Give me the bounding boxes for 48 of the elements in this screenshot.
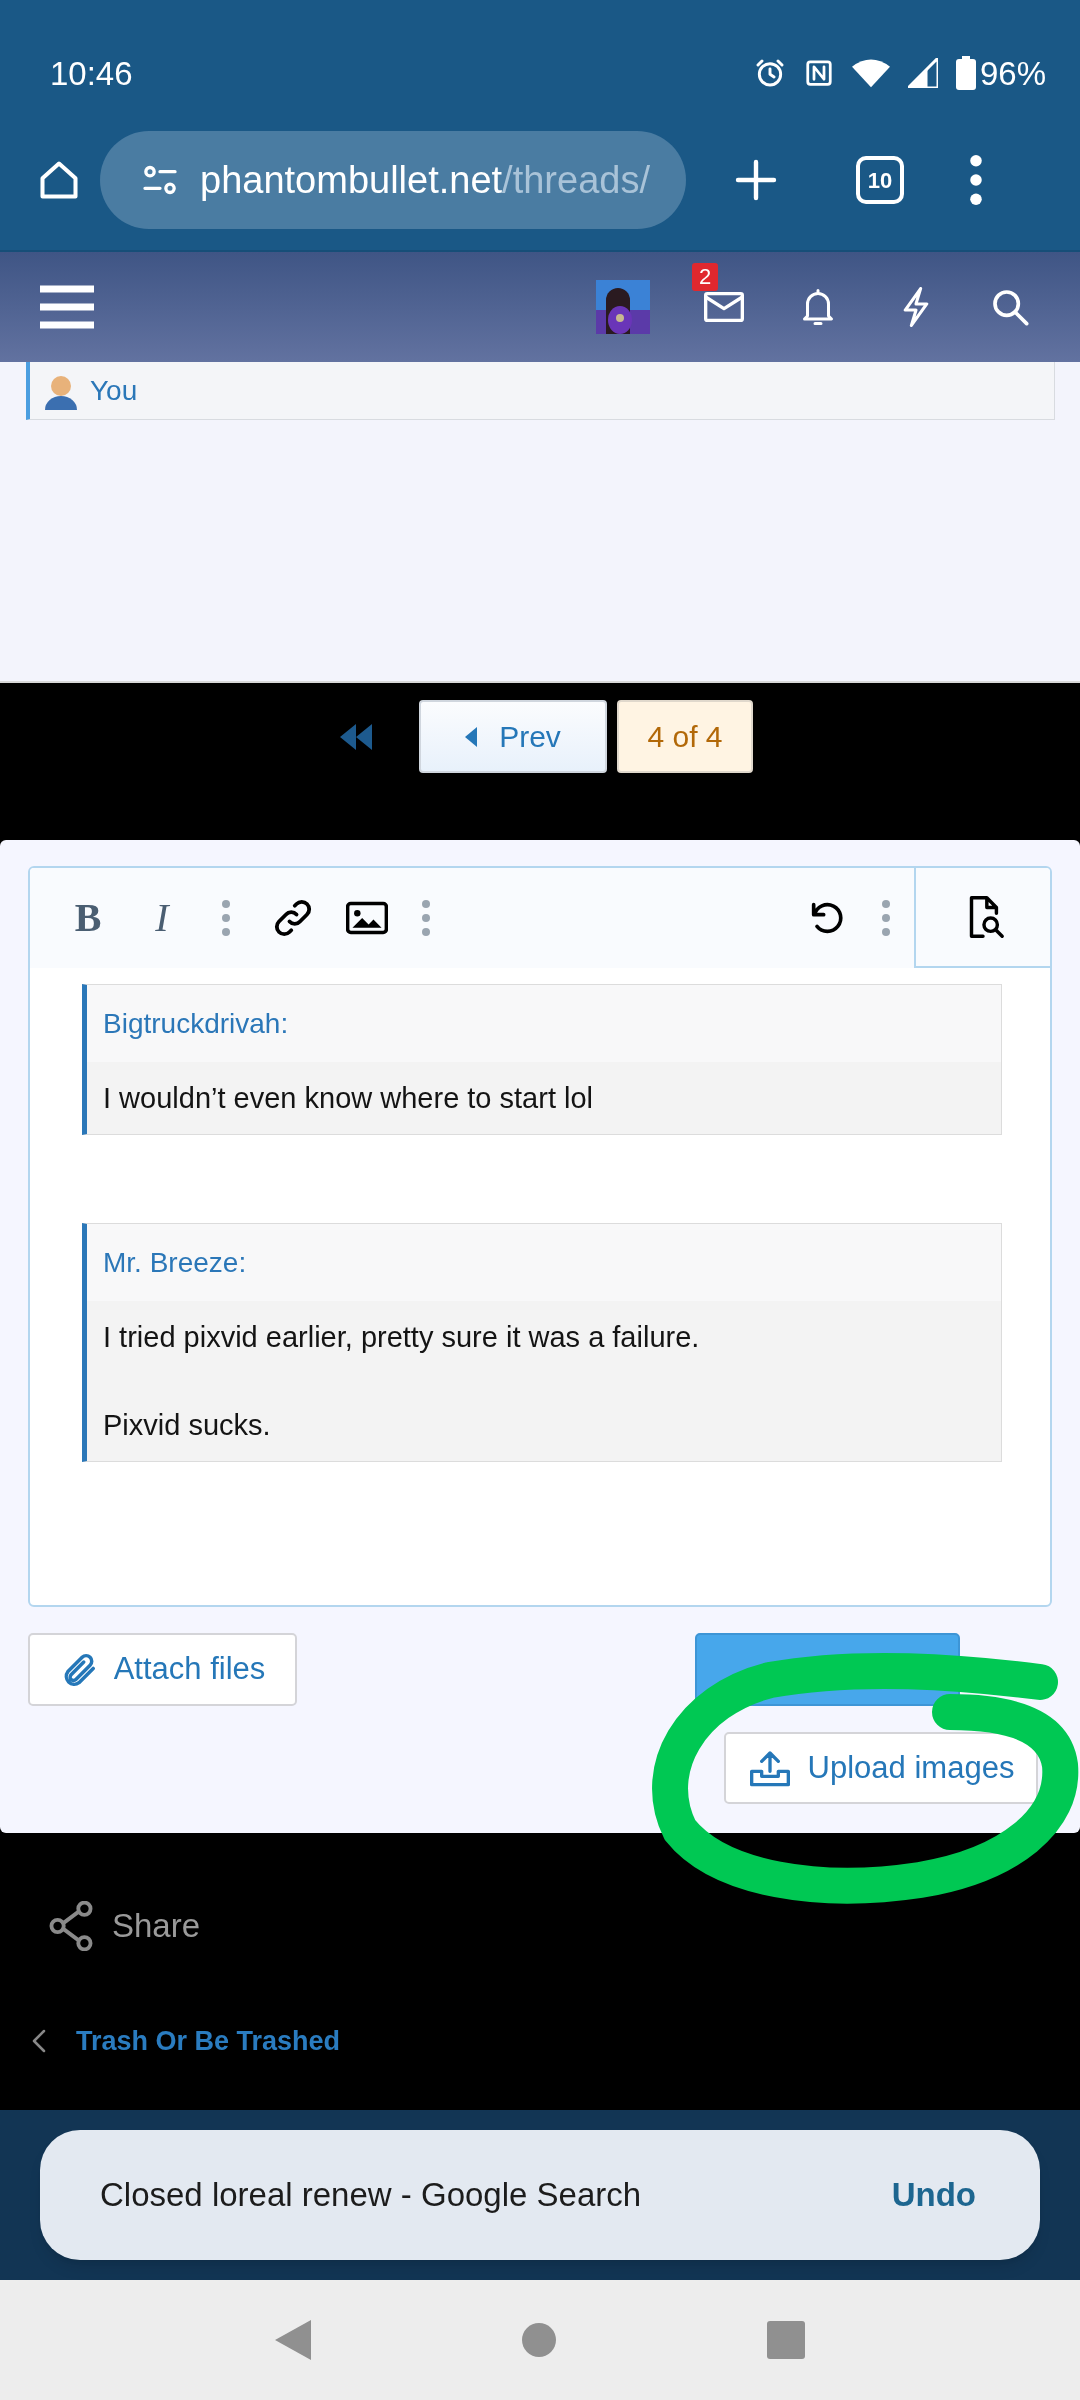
url-text: phantombullet.net/threads/ bbox=[200, 157, 650, 203]
share-link[interactable]: Share bbox=[112, 1901, 201, 1951]
quote-text: I tried pixvid earlier, pretty sure it was a failure. bbox=[103, 1320, 701, 1355]
double-caret-left-icon bbox=[340, 723, 374, 750]
italic-button[interactable]: I bbox=[140, 888, 184, 948]
caret-left-icon bbox=[465, 726, 478, 747]
undo-button[interactable]: Undo bbox=[891, 2170, 976, 2220]
editor-area[interactable]: B I Bigtruckdrivah: I wouldn’t even know where to start lol Mr. Breeze: I tried pixvid earlier, pretty sure it was a failure. Pixvid sucks. bbox=[28, 866, 1052, 1607]
back-button[interactable] bbox=[275, 2320, 311, 2360]
search-icon bbox=[990, 287, 1030, 327]
wifi-icon bbox=[851, 58, 890, 89]
more-icon bbox=[970, 155, 982, 205]
share-icon bbox=[48, 1901, 94, 1951]
image-icon bbox=[346, 901, 388, 935]
preview-button[interactable] bbox=[914, 868, 1050, 968]
more-icon bbox=[881, 898, 891, 938]
upload-images-button[interactable]: Upload images bbox=[724, 1732, 1038, 1804]
mail-icon bbox=[704, 291, 744, 323]
quote-author: Bigtruckdrivah: bbox=[103, 1006, 289, 1041]
quote-author: You bbox=[90, 373, 138, 408]
tab-count-button[interactable]: 10 bbox=[856, 156, 904, 204]
address-bar[interactable]: phantombullet.net/threads/ bbox=[100, 131, 686, 229]
quote-text: I wouldn’t even know where to start lol bbox=[103, 1081, 595, 1116]
page-indicator: 4 of 4 bbox=[617, 700, 753, 773]
attach-files-button[interactable]: Attach files bbox=[28, 1633, 297, 1706]
snackbar-message: Closed loreal renew - Google Search bbox=[100, 2175, 642, 2216]
battery-percentage: 96% bbox=[979, 53, 1046, 94]
unread-badge: 2 bbox=[692, 263, 719, 291]
menu-icon bbox=[40, 285, 94, 329]
signal-icon bbox=[907, 58, 938, 89]
prev-button[interactable]: Prev bbox=[419, 700, 607, 773]
bell-icon bbox=[800, 287, 836, 327]
link-icon bbox=[272, 897, 314, 939]
quote-text: Pixvid sucks. bbox=[103, 1408, 272, 1443]
quote-author: Mr. Breeze: bbox=[103, 1245, 247, 1280]
more-icon bbox=[421, 898, 431, 938]
home-circle-icon bbox=[521, 2322, 557, 2358]
upload-icon bbox=[747, 1748, 792, 1788]
home-icon bbox=[37, 158, 81, 202]
breadcrumb-link[interactable]: Trash Or Be Trashed bbox=[76, 2021, 341, 2062]
nfc-icon bbox=[803, 58, 834, 89]
status-time: 10:46 bbox=[50, 53, 133, 94]
more-icon bbox=[221, 898, 231, 938]
battery-icon bbox=[955, 56, 976, 91]
back-triangle-icon bbox=[275, 2320, 311, 2360]
recents-square-icon bbox=[767, 2321, 805, 2359]
bold-button[interactable]: B bbox=[66, 888, 110, 948]
chevron-left-icon bbox=[32, 2029, 46, 2054]
